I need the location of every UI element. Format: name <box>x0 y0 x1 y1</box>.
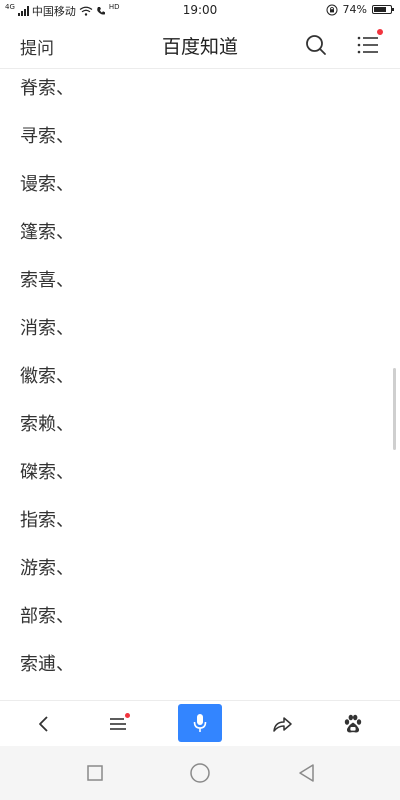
recent-apps-button[interactable] <box>84 762 106 784</box>
search-icon <box>306 35 326 55</box>
home-icon <box>190 763 210 783</box>
recent-apps-icon <box>87 765 103 781</box>
microphone-icon <box>193 714 207 732</box>
battery-percent: 74% <box>342 3 367 16</box>
text-line: 消索、 <box>20 318 74 339</box>
rotation-lock-icon <box>326 4 338 15</box>
baidu-button[interactable] <box>330 701 376 747</box>
share-icon <box>273 717 292 732</box>
notification-dot <box>377 29 383 35</box>
system-back-button[interactable] <box>296 762 318 784</box>
answer-content: 脊索、 寻索、 谩索、 篷索、 索喜、 消索、 徽索、 索赖、 磔索、 指索、 … <box>0 68 400 700</box>
voice-button[interactable] <box>178 704 222 742</box>
menu-icon <box>357 36 378 54</box>
bottom-toolbar <box>0 700 400 747</box>
notification-dot <box>125 713 130 718</box>
text-line: 指索、 <box>20 510 74 531</box>
text-line: 索赖、 <box>20 414 74 435</box>
baidu-paw-icon <box>344 714 362 733</box>
status-right: 74% <box>326 3 394 16</box>
scrollbar[interactable] <box>393 368 396 450</box>
page-title: 百度知道 <box>161 36 238 58</box>
text-line: 谩索、 <box>20 174 74 195</box>
back-triangle-icon <box>299 764 314 782</box>
text-line: 脊索、 <box>20 78 74 99</box>
text-line: 磔索、 <box>20 462 74 483</box>
header: 提问 百度知道 <box>0 22 400 69</box>
menu-button[interactable] <box>356 29 383 57</box>
battery-icon <box>372 5 394 14</box>
text-line: 部索、 <box>20 606 74 627</box>
text-line: 篷索、 <box>20 222 74 243</box>
back-button[interactable] <box>21 701 67 747</box>
share-button[interactable] <box>259 701 305 747</box>
system-navigation-bar <box>0 746 400 800</box>
back-icon <box>39 716 48 732</box>
text-line: 索逋、 <box>20 654 74 675</box>
text-line: 寻索、 <box>20 126 74 147</box>
text-line: 索喜、 <box>20 270 74 291</box>
text-line: 游索、 <box>20 558 74 579</box>
status-bar: 4G 中国移动 HD 19:00 74% <box>0 0 400 22</box>
home-button[interactable] <box>189 762 211 784</box>
search-button[interactable] <box>304 33 328 57</box>
list-menu-button[interactable] <box>95 701 141 747</box>
text-line: 徽索、 <box>20 366 74 387</box>
